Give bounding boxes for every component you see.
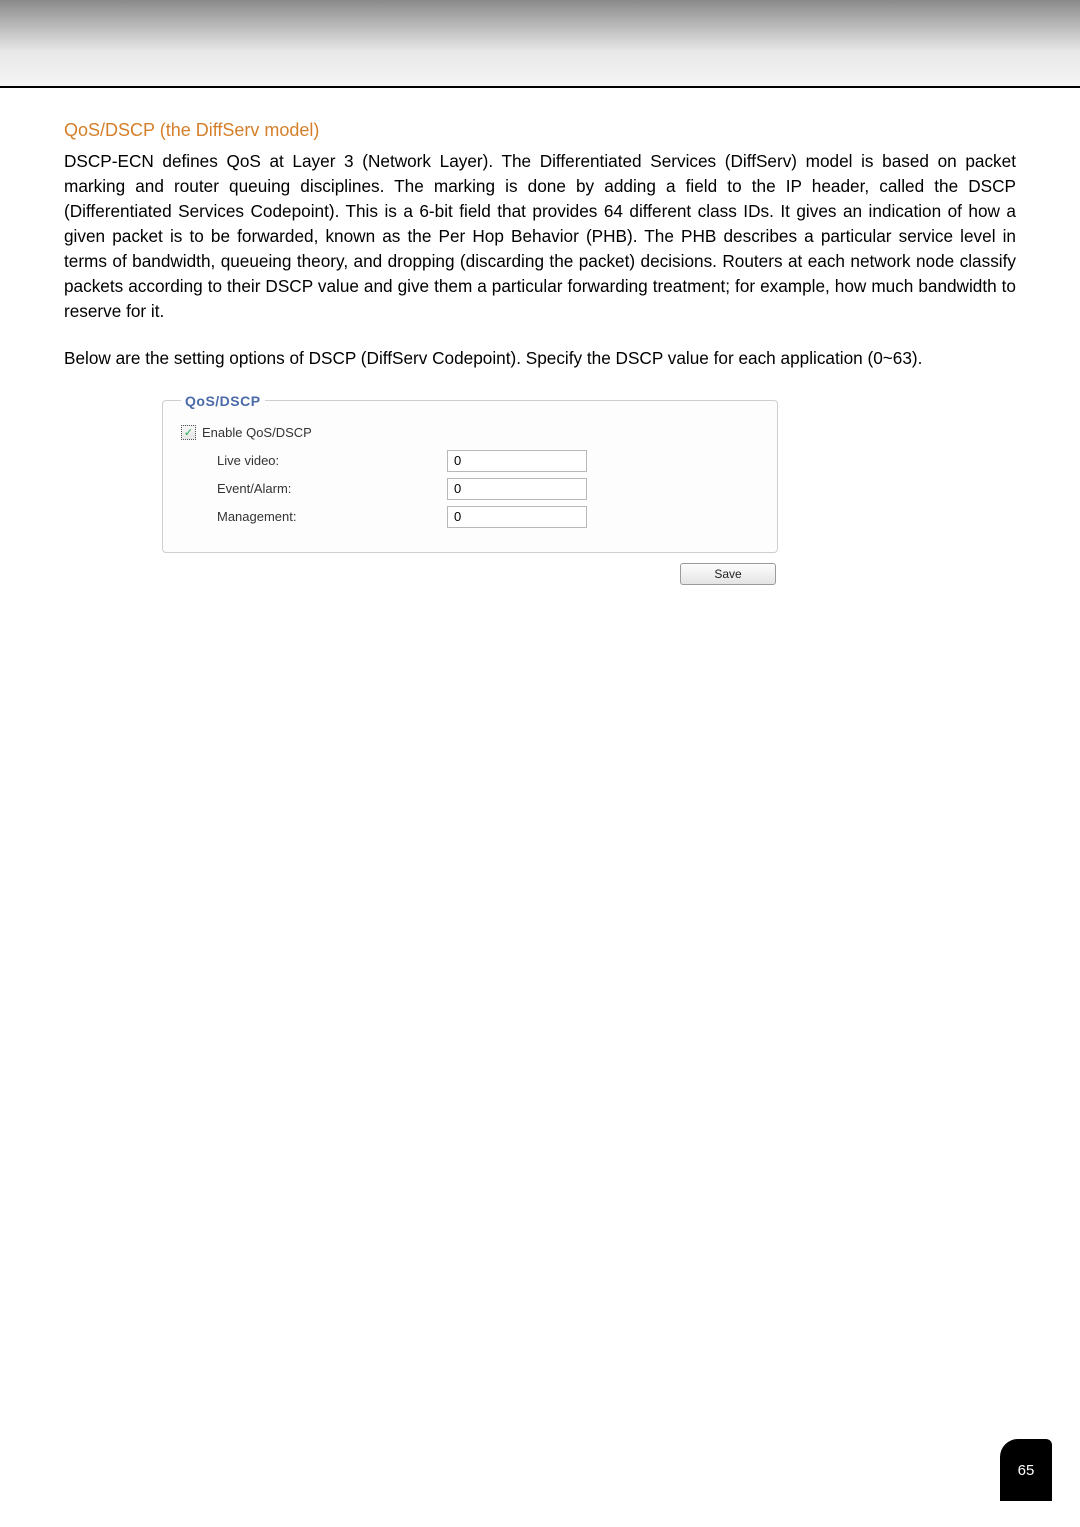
field-row-management: Management: — [181, 506, 759, 528]
section-heading: QoS/DSCP (the DiffServ model) — [64, 120, 1016, 141]
enable-qos-checkbox[interactable]: ✓ — [181, 425, 196, 440]
field-row-live-video: Live video: — [181, 450, 759, 472]
live-video-input[interactable] — [447, 450, 587, 472]
qos-fieldset: QoS/DSCP ✓ Enable QoS/DSCP Live video: E… — [162, 393, 778, 553]
live-video-label: Live video: — [181, 453, 447, 468]
paragraph-instructions: Below are the setting options of DSCP (D… — [64, 346, 1016, 371]
page-number: 65 — [1000, 1439, 1052, 1501]
event-alarm-input[interactable] — [447, 478, 587, 500]
management-input[interactable] — [447, 506, 587, 528]
qos-legend: QoS/DSCP — [181, 393, 265, 409]
paragraph-intro: DSCP-ECN defines QoS at Layer 3 (Network… — [64, 149, 1016, 324]
event-alarm-label: Event/Alarm: — [181, 481, 447, 496]
enable-qos-label: Enable QoS/DSCP — [202, 425, 312, 440]
management-label: Management: — [181, 509, 447, 524]
header-band — [0, 0, 1080, 88]
field-row-event-alarm: Event/Alarm: — [181, 478, 759, 500]
save-button[interactable]: Save — [680, 563, 776, 585]
